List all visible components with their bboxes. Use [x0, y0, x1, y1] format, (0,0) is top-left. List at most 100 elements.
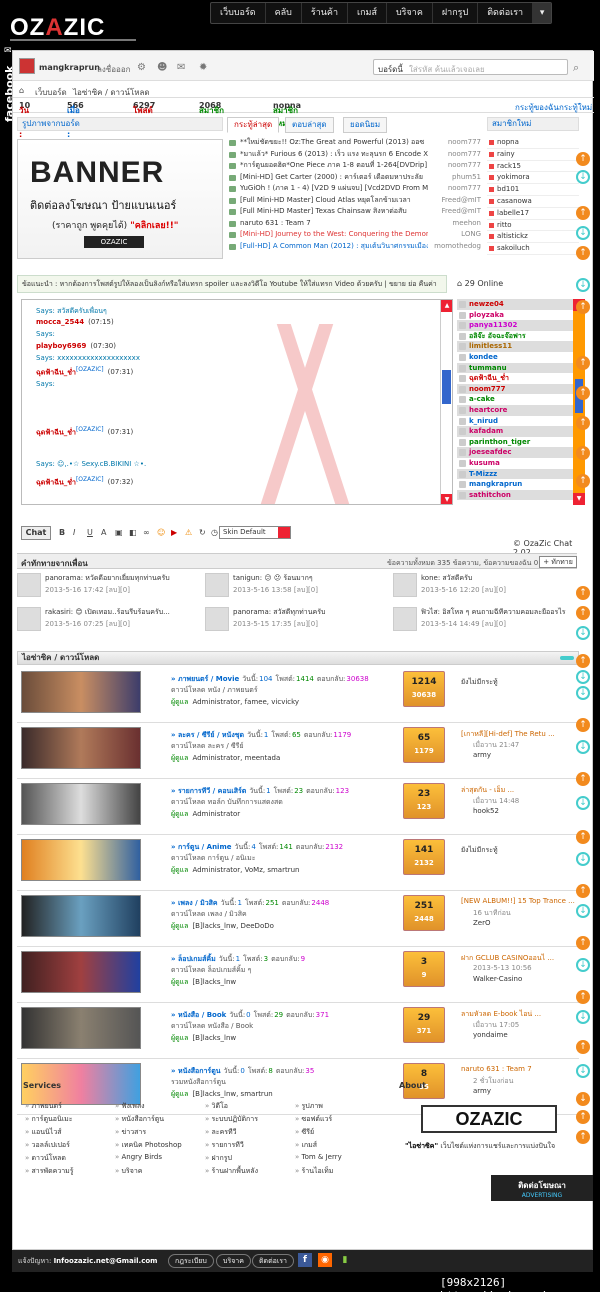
arrow-up-icon[interactable]: ↑: [576, 356, 590, 370]
forum-name[interactable]: » รายการทีวี / คอนเสิร์ต: [171, 787, 246, 795]
last-post-user[interactable]: army: [473, 751, 491, 759]
thread-title[interactable]: *มาแล้ว* Furious 6 (2013) : เร็ว แรง ทะล…: [240, 149, 428, 161]
forum-name[interactable]: » การ์ตูน / Anime: [171, 843, 232, 851]
arrow-up-icon[interactable]: ↑: [576, 830, 590, 844]
mod-names[interactable]: [B]lacks_lnw, DeeDoDo: [192, 922, 273, 930]
clock-icon[interactable]: ◷: [211, 528, 218, 537]
service-link[interactable]: ภาพยนตร์: [25, 1101, 62, 1112]
member-item[interactable]: rainy: [487, 149, 579, 161]
avatar[interactable]: [205, 607, 229, 631]
forum-name-text[interactable]: หนังสือการ์ตูน: [178, 1067, 221, 1075]
chevron-down-icon[interactable]: ▾: [533, 3, 552, 23]
arrow-down-icon[interactable]: ↓: [576, 958, 590, 972]
avatar[interactable]: [205, 573, 229, 597]
avatar[interactable]: [393, 607, 417, 631]
arrow-up-icon[interactable]: ↑: [576, 474, 590, 488]
online-user[interactable]: sathitchon: [457, 489, 575, 501]
gear-icon[interactable]: ⚙: [137, 62, 146, 73]
thread-row[interactable]: [Mini-HD] Get Carter (2000) : คาร์เตอร์ …: [227, 172, 481, 184]
service-link[interactable]: รายการทีวี: [205, 1140, 244, 1151]
chat-username[interactable]: ฉุดฟ้าฉีน_ช่ำ: [36, 478, 76, 486]
forum-image[interactable]: [21, 671, 141, 713]
service-link[interactable]: เกมส์: [295, 1140, 318, 1151]
online-user[interactable]: limitless11: [457, 341, 575, 352]
thread-title[interactable]: naruto 631 : Team 7: [240, 218, 428, 230]
arrow-up-icon[interactable]: ↑: [576, 416, 590, 430]
forum-image[interactable]: [21, 727, 141, 769]
forum-name[interactable]: » เพลง / มิวสิค: [171, 899, 218, 907]
member-item[interactable]: labelle17: [487, 208, 579, 220]
arrow-up-icon[interactable]: ↑: [576, 1130, 590, 1144]
forum-name[interactable]: » ละคร / ซีรีย์ / หนังชุด: [171, 731, 244, 739]
last-post-title[interactable]: [เกาหลี][Hi-def] The Retu ...: [461, 729, 581, 740]
rss-icon[interactable]: ◉: [318, 1253, 332, 1267]
forum-name-text[interactable]: เพลง / มิวสิค: [178, 899, 218, 907]
italic-icon[interactable]: I: [73, 528, 75, 537]
online-user[interactable]: noom777: [457, 383, 575, 395]
service-link[interactable]: แอนนิไวส์: [25, 1127, 62, 1138]
service-link[interactable]: ฝากรูป: [205, 1153, 232, 1164]
service-link[interactable]: รูปภาพ: [295, 1101, 323, 1112]
arrow-down-icon[interactable]: ↓: [576, 1064, 590, 1078]
tab-latest-replies[interactable]: ตอบล่าสุด: [285, 117, 334, 133]
arrow-down-icon[interactable]: ↓: [576, 904, 590, 918]
thread-author[interactable]: noom777: [448, 149, 481, 161]
service-link[interactable]: การ์ตูนอนิเมะ: [25, 1114, 73, 1125]
thread-row[interactable]: *การ์ตูนยอดฮิต*One Piece ภาค 1-8 ตอนที่ …: [227, 160, 481, 172]
avatar[interactable]: [393, 573, 417, 597]
member-item[interactable]: casanowa: [487, 196, 579, 208]
forum-name[interactable]: » หนังสือการ์ตูน: [171, 1067, 221, 1075]
online-user[interactable]: kusuma: [457, 458, 575, 469]
rules-button[interactable]: กฎระเบียบ: [168, 1254, 214, 1268]
service-link[interactable]: Tom & Jerry: [295, 1153, 342, 1161]
chat-send-button[interactable]: Chat: [21, 526, 51, 540]
last-post-title[interactable]: ล่าสุดกัน - เอ็ม ...: [461, 785, 581, 796]
avatar[interactable]: [19, 58, 35, 74]
service-link[interactable]: ร้านฝากพื้นหลัง: [205, 1166, 258, 1177]
thread-author[interactable]: Freed@mIT: [442, 195, 481, 207]
nav-shop[interactable]: ร้านค้า: [302, 3, 349, 23]
refresh-icon[interactable]: ↻: [199, 528, 206, 537]
home-icon[interactable]: ⌂: [19, 86, 24, 95]
arrow-up-icon[interactable]: ↑: [576, 586, 590, 600]
mod-names[interactable]: [B]lacks_lnw: [192, 978, 236, 986]
member-item[interactable]: yokimora: [487, 172, 579, 185]
forum-name[interactable]: » ภาพยนตร์ / Movie: [171, 675, 239, 683]
arrow-down-icon[interactable]: ↓: [576, 796, 590, 810]
forum-name-text[interactable]: ล็อปเกมส์คิ้ม: [178, 955, 216, 963]
chat-scrollbar[interactable]: ▲ ▼: [440, 300, 452, 504]
arrow-up-icon[interactable]: ↓: [576, 1092, 590, 1106]
nav-webboard[interactable]: เว็บบอร์ด: [211, 3, 266, 23]
last-post-title[interactable]: ฝาก GCLUB CASINOออนไ ...: [461, 953, 581, 964]
forum-name-text[interactable]: หนังสือ / Book: [178, 1011, 226, 1019]
underline-icon[interactable]: U: [87, 528, 93, 537]
font-size-icon[interactable]: A: [101, 528, 106, 537]
smiley-icon[interactable]: ☺: [157, 528, 165, 537]
mod-names[interactable]: [B]lacks_lnw, smartrun: [192, 1090, 272, 1098]
scroll-thumb[interactable]: [442, 370, 451, 404]
arrow-up-icon[interactable]: ↑: [576, 936, 590, 950]
arrow-down-icon[interactable]: ↓: [576, 670, 590, 684]
thread-title[interactable]: [Full-HD] A Common Man (2012) : สุมเต้นว…: [240, 241, 428, 253]
mod-names[interactable]: Administrator, VoMz, smartrun: [192, 866, 299, 874]
logout-link[interactable]: ลงชื่อออก: [97, 63, 131, 76]
mod-names[interactable]: Administrator: [192, 810, 240, 818]
arrow-up-icon[interactable]: ↑: [576, 386, 590, 400]
service-link[interactable]: ซอฟต์แวร์: [295, 1114, 333, 1125]
mod-names[interactable]: Administrator, famee, vicvicky: [192, 698, 299, 706]
chat-username[interactable]: ฉุดฟ้าฉีน_ช่ำ: [36, 428, 76, 436]
online-user[interactable]: kafadam: [457, 426, 575, 437]
thread-author[interactable]: Freed@mIT: [442, 206, 481, 218]
chat-username[interactable]: ฉุดฟ้าฉีน_ช่ำ: [36, 368, 76, 376]
service-link[interactable]: ซีรีย์: [295, 1127, 315, 1138]
scroll-up-icon[interactable]: ▲: [441, 300, 452, 312]
online-user[interactable]: tummanu: [457, 362, 575, 374]
service-link[interactable]: ระบบปฏิบัติการ: [205, 1114, 258, 1125]
arrow-up-icon[interactable]: ↑: [576, 300, 590, 314]
online-user[interactable]: joeseafdec: [457, 447, 575, 458]
thread-title[interactable]: [Mini-HD] Journey to the West: Conquerin…: [240, 229, 428, 241]
nav-games[interactable]: เกมส์: [348, 3, 387, 23]
thread-author[interactable]: noom777: [448, 183, 481, 195]
thread-author[interactable]: noom777: [448, 160, 481, 172]
username[interactable]: mangkraprun: [39, 63, 100, 72]
